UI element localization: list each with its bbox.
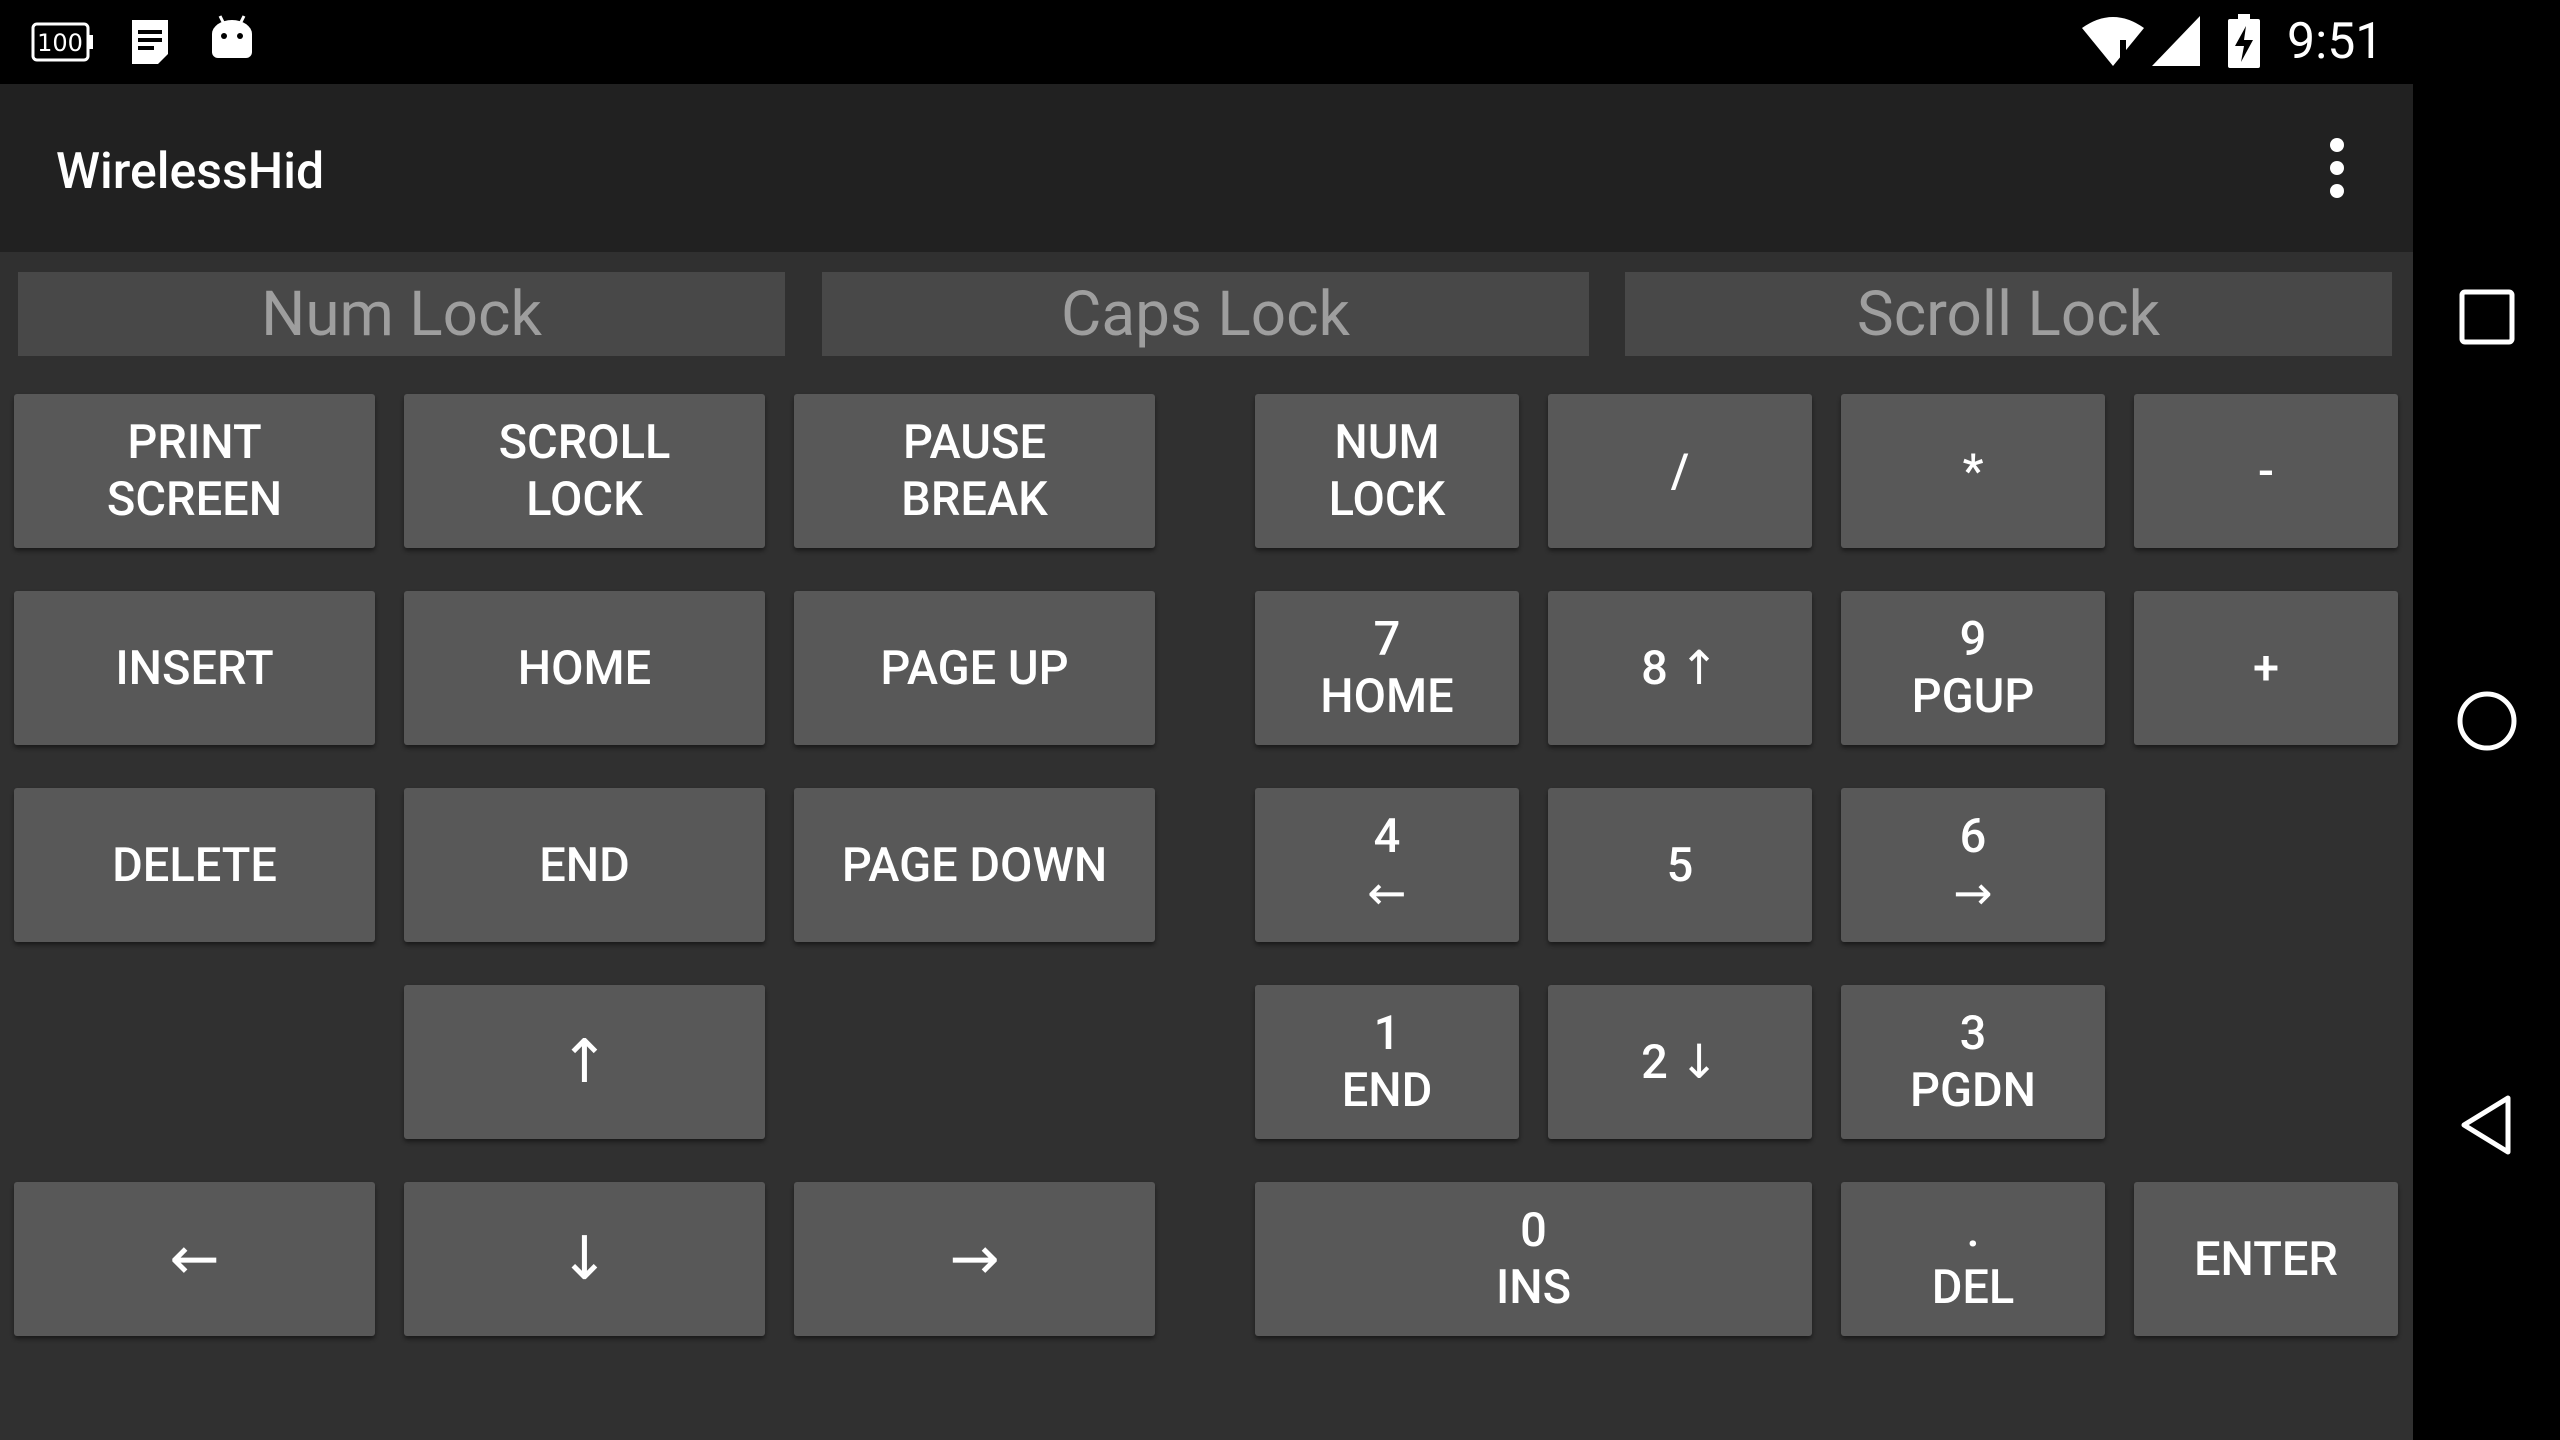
end-key[interactable]: END — [404, 788, 765, 942]
key-label-line1: 6 — [1959, 809, 1987, 864]
key-label: 5 — [1666, 837, 1694, 893]
key-label-line2: DEL — [1931, 1260, 2015, 1315]
key-label: INSERT — [115, 640, 274, 696]
numpad-minus-key[interactable]: - — [2134, 394, 2398, 548]
home-icon[interactable] — [2454, 688, 2520, 754]
battery-charging-icon — [2228, 14, 2260, 68]
home-key[interactable]: HOME — [404, 591, 765, 745]
key-label-line1: PAUSE — [902, 415, 1047, 470]
arrow-left-icon: ← — [169, 1223, 220, 1294]
key-label-line2: SCREEN — [106, 472, 283, 527]
print-screen-key[interactable]: PRINT SCREEN — [14, 394, 375, 548]
key-label: PAGE DOWN — [841, 837, 1108, 893]
arrow-left-icon: ← — [1367, 866, 1407, 921]
numpad-multiply-key[interactable]: * — [1841, 394, 2105, 548]
overflow-menu-icon[interactable] — [2310, 128, 2362, 208]
status-time: 9:51 — [2287, 13, 2384, 71]
arrow-up-icon: ↑ — [559, 1026, 610, 1097]
key-label-line1: 7 — [1373, 612, 1401, 667]
arrow-down-key[interactable]: ↓ — [404, 1182, 765, 1336]
scroll-lock-indicator: Scroll Lock — [1625, 272, 2392, 356]
key-label: 2 ↓ — [1641, 1034, 1719, 1090]
key-label: - — [2258, 443, 2274, 499]
numpad-6-key[interactable]: 6 → — [1841, 788, 2105, 942]
key-label-line2: LOCK — [1328, 472, 1446, 527]
key-label-line1: 3 — [1959, 1006, 1987, 1061]
arrow-right-icon: → — [949, 1223, 1000, 1294]
caps-lock-indicator: Caps Lock — [822, 272, 1589, 356]
numpad-3-key[interactable]: 3 PGDN — [1841, 985, 2105, 1139]
key-label-line1: 0 — [1520, 1203, 1547, 1258]
key-label: / — [1670, 443, 1690, 499]
numpad-1-key[interactable]: 1 END — [1255, 985, 1519, 1139]
arrow-right-icon: → — [1953, 866, 1993, 921]
key-label: + — [2252, 640, 2280, 696]
keyboard-panel: Num Lock Caps Lock Scroll Lock PRINT SCR… — [0, 252, 2413, 1440]
key-label: END — [539, 837, 630, 893]
key-label: ENTER — [2193, 1231, 2338, 1287]
key-label: DELETE — [112, 837, 277, 893]
key-label-line2: PGUP — [1911, 669, 2035, 724]
app-title: WirelessHid — [56, 143, 325, 201]
page-down-key[interactable]: PAGE DOWN — [794, 788, 1155, 942]
wifi-icon — [2082, 17, 2144, 67]
pause-break-key[interactable]: PAUSE BREAK — [794, 394, 1155, 548]
recents-icon[interactable] — [2454, 284, 2520, 350]
numpad-5-key[interactable]: 5 — [1548, 788, 1812, 942]
key-label-line1: NUM — [1334, 415, 1440, 470]
arrow-up-key[interactable]: ↑ — [404, 985, 765, 1139]
system-nav-bar — [2413, 84, 2560, 1440]
delete-key[interactable]: DELETE — [14, 788, 375, 942]
numpad-9-key[interactable]: 9 PGUP — [1841, 591, 2105, 745]
key-label-line1: 4 — [1373, 809, 1401, 864]
key-label-line2: INS — [1495, 1260, 1572, 1315]
key-label-line2: BREAK — [901, 472, 1048, 527]
app-bar: WirelessHid — [0, 84, 2413, 252]
back-icon[interactable] — [2454, 1092, 2520, 1158]
key-label-line2: END — [1341, 1063, 1433, 1118]
insert-key[interactable]: INSERT — [14, 591, 375, 745]
key-label-line1: . — [1966, 1203, 1980, 1258]
arrow-down-icon: ↓ — [559, 1223, 610, 1294]
scroll-lock-key[interactable]: SCROLL LOCK — [404, 394, 765, 548]
key-label-line2: HOME — [1320, 669, 1454, 724]
status-bar: 100 9:51 — [0, 0, 2560, 84]
key-label: PAGE UP — [880, 640, 1069, 696]
numpad-divide-key[interactable]: / — [1548, 394, 1812, 548]
numpad-enter-key[interactable]: ENTER — [2134, 1182, 2398, 1336]
notes-notification-icon — [132, 20, 168, 64]
page-up-key[interactable]: PAGE UP — [794, 591, 1155, 745]
cell-signal-icon — [2152, 16, 2200, 66]
key-label: 8 ↑ — [1641, 640, 1719, 696]
android-debug-icon — [212, 15, 252, 58]
key-label-line1: SCROLL — [498, 415, 671, 470]
numpad-2-key[interactable]: 2 ↓ — [1548, 985, 1812, 1139]
numpad-decimal-key[interactable]: . DEL — [1841, 1182, 2105, 1336]
key-label: HOME — [517, 640, 652, 696]
arrow-right-key[interactable]: → — [794, 1182, 1155, 1336]
numpad-4-key[interactable]: 4 ← — [1255, 788, 1519, 942]
numpad-0-key[interactable]: 0 INS — [1255, 1182, 1812, 1336]
numpad-7-key[interactable]: 7 HOME — [1255, 591, 1519, 745]
key-label-line2: PGDN — [1909, 1063, 2037, 1118]
key-label-line1: PRINT — [127, 415, 262, 470]
key-label-line1: 9 — [1959, 612, 1987, 667]
key-label-line1: 1 — [1373, 1006, 1401, 1061]
numpad-num-lock-key[interactable]: NUM LOCK — [1255, 394, 1519, 548]
num-lock-indicator: Num Lock — [18, 272, 785, 356]
numpad-8-key[interactable]: 8 ↑ — [1548, 591, 1812, 745]
arrow-left-key[interactable]: ← — [14, 1182, 375, 1336]
key-label-line2: LOCK — [526, 472, 643, 527]
key-label: * — [1962, 443, 1984, 499]
svg-text:100: 100 — [37, 29, 83, 57]
numpad-plus-key[interactable]: + — [2134, 591, 2398, 745]
battery-100-icon: 100 — [31, 22, 93, 62]
